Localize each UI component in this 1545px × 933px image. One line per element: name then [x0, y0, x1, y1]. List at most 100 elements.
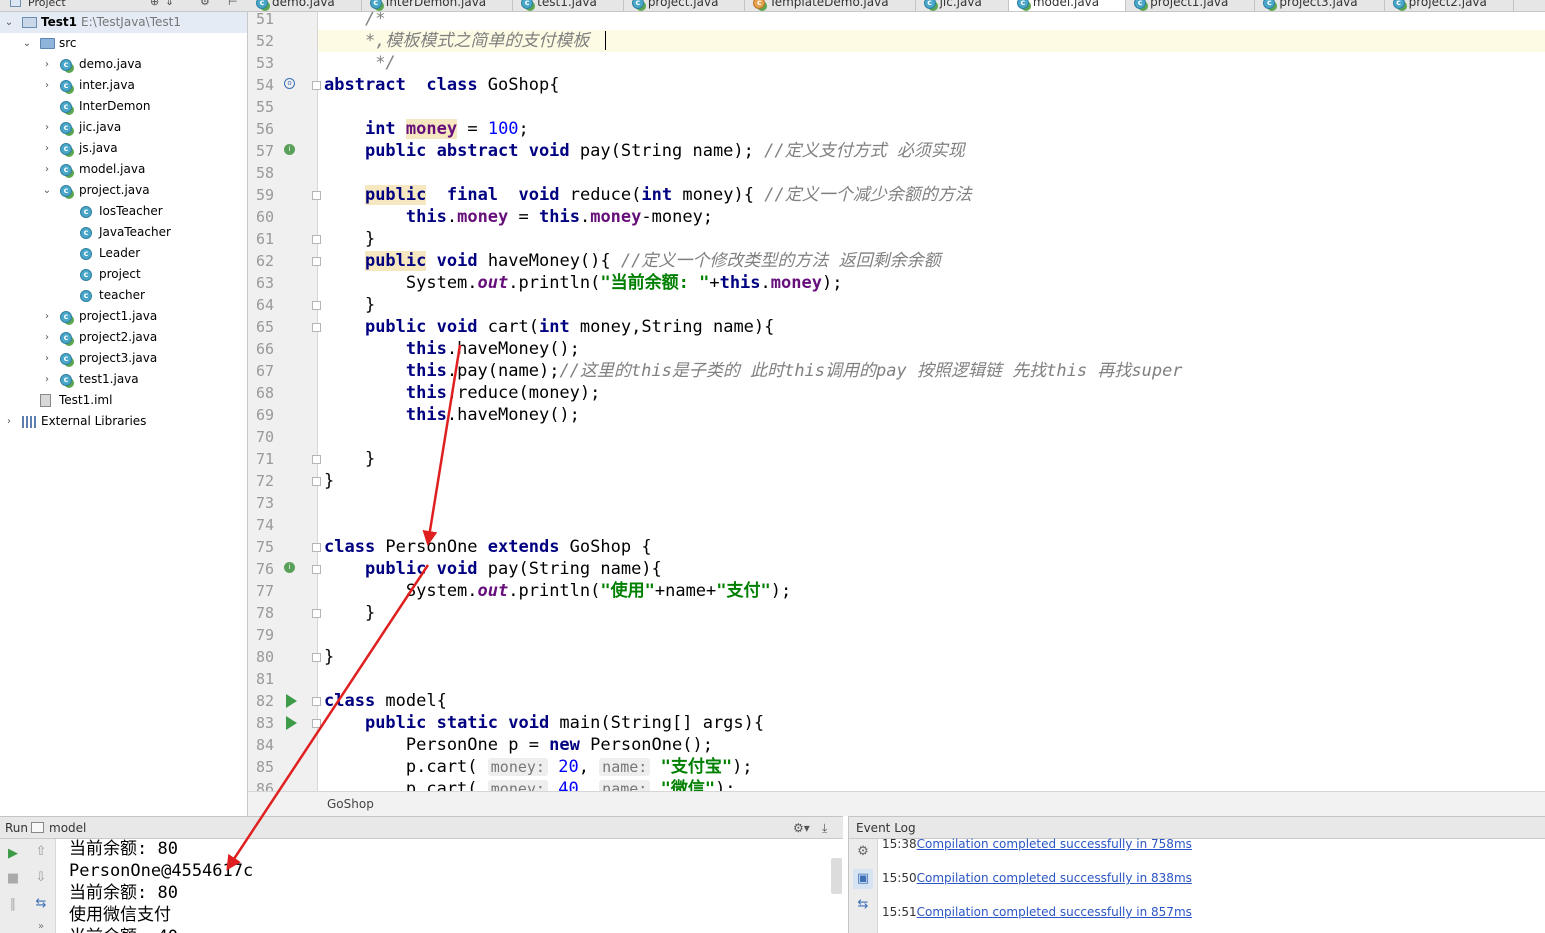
hide-icon[interactable]: ⊢: [228, 0, 238, 8]
chevron-down-icon[interactable]: ⌄: [22, 33, 32, 54]
tree-item-src[interactable]: ⌄ src: [0, 33, 247, 54]
tree-item-test1[interactable]: ⌄ Test1 E:\TestJava\Test1: [0, 12, 247, 33]
wrap-icon[interactable]: ⇆: [31, 894, 51, 914]
tree-item-project2-java[interactable]: › c project2.java: [0, 327, 247, 348]
run-gutter-icon[interactable]: [286, 694, 297, 708]
run-tab-label[interactable]: Run: [5, 817, 28, 839]
chevron-right-icon[interactable]: ›: [42, 117, 52, 138]
chevron-right-icon[interactable]: ›: [42, 369, 52, 390]
notification-icon[interactable]: ▣: [853, 869, 873, 889]
collapse-icon[interactable]: ⇕: [165, 0, 174, 8]
gear-icon[interactable]: ⚙▾: [793, 817, 810, 839]
breadcrumb[interactable]: GoShop: [248, 791, 1545, 816]
fold-marker[interactable]: [312, 323, 321, 332]
tab-project3-java[interactable]: cproject3.java×: [1255, 0, 1385, 11]
fold-marker[interactable]: [312, 543, 321, 552]
fold-marker[interactable]: [312, 653, 321, 662]
line-number: 83: [255, 714, 274, 732]
tab-interdemon-java[interactable]: cInterDemon.java×: [362, 0, 514, 11]
fold-marker[interactable]: [312, 719, 321, 728]
sync-icon[interactable]: ⊕: [150, 0, 159, 8]
chevron-right-icon[interactable]: ›: [42, 75, 52, 96]
tree-item-model-java[interactable]: › c model.java: [0, 159, 247, 180]
code-line: public static void main(String[] args){: [364, 713, 765, 733]
implement-gutter-icon[interactable]: i: [284, 562, 295, 573]
tree-item-project1-java[interactable]: › c project1.java: [0, 306, 247, 327]
wrap-icon[interactable]: ⇆: [853, 895, 873, 915]
tree-item-label: project: [99, 267, 141, 281]
project-tool-header[interactable]: Project ⊕ ⇕ ⚙ ⊢: [0, 0, 248, 11]
stop-icon[interactable]: ■: [3, 869, 23, 889]
code-line: this.haveMoney();: [405, 339, 580, 359]
tree-item-label: InterDemon: [79, 99, 151, 113]
chevron-right-icon[interactable]: ›: [4, 411, 14, 432]
pause-icon[interactable]: ∥: [3, 895, 23, 915]
tab-templatedemo-java[interactable]: cTemplateDemo.java×: [745, 0, 916, 11]
tree-item-demo-java[interactable]: › c demo.java: [0, 54, 247, 75]
tree-item-test1-iml[interactable]: Test1.iml: [0, 390, 247, 411]
fold-marker[interactable]: [312, 565, 321, 574]
chevron-right-icon[interactable]: ›: [42, 159, 52, 180]
tab-project2-java[interactable]: cproject2.java×: [1385, 0, 1514, 11]
tree-item-external-libraries[interactable]: › External Libraries: [0, 411, 247, 432]
rerun-icon[interactable]: ▶: [3, 844, 23, 864]
overridden-gutter-icon[interactable]: o: [284, 78, 295, 89]
fold-marker[interactable]: [312, 301, 321, 310]
event-message-link[interactable]: Compilation completed successfully in 75…: [917, 837, 1192, 851]
chevron-right-icon[interactable]: ›: [42, 327, 52, 348]
gear-icon[interactable]: ⚙: [200, 0, 210, 8]
fold-marker[interactable]: [312, 477, 321, 486]
tab-project1-java[interactable]: cproject1.java×: [1126, 0, 1256, 11]
tab-jic-java[interactable]: cjic.java×: [916, 0, 1009, 11]
tree-item-js-java[interactable]: › c js.java: [0, 138, 247, 159]
chevron-down-icon[interactable]: ⌄: [4, 12, 14, 33]
fold-marker[interactable]: [312, 257, 321, 266]
code-editor[interactable]: 51 52 53 54 o 55 56 57 i 58 59 60 61 62 63 64 65 66 67 68 69…: [248, 12, 1545, 791]
tree-item-teacher[interactable]: c teacher: [0, 285, 247, 306]
chevron-down-icon[interactable]: ⌄: [42, 180, 52, 201]
tab-test1-java[interactable]: ctest1.java×: [513, 0, 624, 11]
tab-model-java[interactable]: cmodel.java×: [1008, 0, 1127, 11]
console-scrollbar[interactable]: [831, 858, 842, 894]
tab-project-java[interactable]: cproject.java×: [624, 0, 746, 11]
java-file-icon: c: [60, 352, 72, 365]
fold-marker[interactable]: [312, 235, 321, 244]
up-arrow-icon[interactable]: ⇧: [31, 842, 51, 862]
tree-item-project3-java[interactable]: › c project3.java: [0, 348, 247, 369]
run-gutter-icon[interactable]: [286, 716, 297, 730]
tab-label: test1.java: [537, 0, 597, 9]
more-icon[interactable]: »: [31, 917, 51, 933]
event-message-link[interactable]: Compilation completed successfully in 85…: [917, 905, 1192, 919]
fold-marker[interactable]: [312, 191, 321, 200]
fold-marker[interactable]: [312, 697, 321, 706]
line-number: 79: [255, 626, 274, 644]
chevron-right-icon[interactable]: ›: [42, 306, 52, 327]
tree-item-javateacher[interactable]: c JavaTeacher: [0, 222, 247, 243]
tree-item-project[interactable]: c project: [0, 264, 247, 285]
tree-item-interdemon[interactable]: c InterDemon: [0, 96, 247, 117]
tree-item-jic-java[interactable]: › c jic.java: [0, 117, 247, 138]
implement-gutter-icon[interactable]: i: [284, 144, 295, 155]
fold-marker[interactable]: [312, 81, 321, 90]
code-line: class PersonOne extends GoShop {: [324, 537, 652, 557]
tree-item-leader[interactable]: c Leader: [0, 243, 247, 264]
run-config-name[interactable]: model: [49, 817, 86, 839]
fold-marker[interactable]: [312, 609, 321, 618]
run-console-output[interactable]: 当前余额: 80 PersonOne@4554617c 当前余额: 80 使用微信支付…: [56, 839, 843, 933]
hide-panel-icon[interactable]: ⤓: [822, 817, 827, 839]
line-number: 82: [255, 692, 274, 710]
down-arrow-icon[interactable]: ⇩: [31, 868, 51, 888]
tree-item-iosteacher[interactable]: c IosTeacher: [0, 201, 247, 222]
line-number: 55: [255, 98, 274, 116]
chevron-right-icon[interactable]: ›: [42, 348, 52, 369]
chevron-right-icon[interactable]: ›: [42, 54, 52, 75]
settings-icon[interactable]: ⚙: [853, 842, 873, 862]
tree-item-project-java[interactable]: ⌄ c project.java: [0, 180, 247, 201]
line-number: 57: [255, 142, 274, 160]
chevron-right-icon[interactable]: ›: [42, 138, 52, 159]
tab-demo-java[interactable]: cdemo.java×: [248, 0, 362, 11]
tree-item-inter-java[interactable]: › c inter.java: [0, 75, 247, 96]
tree-item-test1-java[interactable]: › c test1.java: [0, 369, 247, 390]
fold-marker[interactable]: [312, 455, 321, 464]
event-message-link[interactable]: Compilation completed successfully in 83…: [917, 871, 1192, 885]
